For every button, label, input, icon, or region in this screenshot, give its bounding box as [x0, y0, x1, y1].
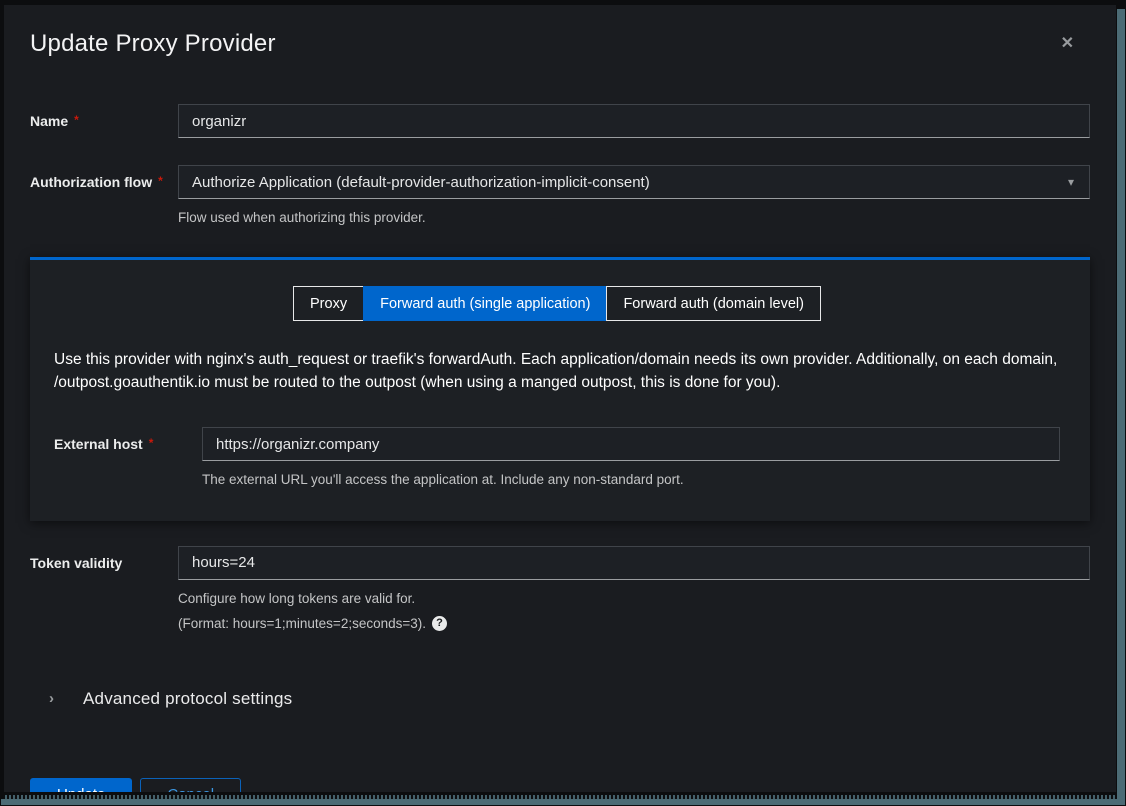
proxy-mode-card: Proxy Forward auth (single application) … [30, 257, 1090, 520]
close-icon[interactable]: ✕ [1061, 36, 1074, 52]
token-validity-input[interactable] [178, 546, 1090, 580]
tab-proxy[interactable]: Proxy [293, 286, 363, 321]
mode-description: Use this provider with nginx's auth_requ… [54, 348, 1060, 394]
advanced-protocol-settings-label: Advanced protocol settings [83, 689, 292, 709]
name-input[interactable] [178, 104, 1090, 138]
authorization-flow-select[interactable]: Authorize Application (default-provider-… [178, 165, 1090, 199]
mode-toggle-group: Proxy Forward auth (single application) … [54, 286, 1060, 321]
token-validity-format-text: (Format: hours=1;minutes=2;seconds=3). [178, 616, 426, 631]
name-label-text: Name [30, 113, 68, 129]
window-border-right [1117, 9, 1125, 803]
modal-header: Update Proxy Provider ✕ [30, 5, 1090, 58]
token-validity-format-help: (Format: hours=1;minutes=2;seconds=3). ? [178, 616, 1090, 631]
token-validity-label: Token validity [30, 546, 178, 571]
authorization-flow-help: Flow used when authorizing this provider… [178, 208, 1090, 228]
authorization-flow-label-text: Authorization flow [30, 174, 152, 190]
external-host-row: External host * The external URL you'll a… [54, 427, 1060, 490]
name-label: Name * [30, 104, 178, 129]
page-title: Update Proxy Provider [30, 30, 276, 58]
tab-forward-auth-single-application[interactable]: Forward auth (single application) [363, 286, 606, 321]
advanced-protocol-settings-toggle[interactable]: › Advanced protocol settings [30, 689, 1090, 709]
authorization-flow-value: Authorize Application (default-provider-… [192, 174, 650, 191]
chevron-down-icon: ▾ [1068, 175, 1074, 189]
name-control [178, 104, 1090, 138]
authorization-flow-label: Authorization flow * [30, 165, 178, 190]
required-asterisk: * [74, 113, 79, 127]
token-validity-help: Configure how long tokens are valid for. [178, 589, 1090, 609]
required-asterisk: * [158, 174, 163, 188]
external-host-label-text: External host [54, 436, 143, 452]
token-validity-control: Configure how long tokens are valid for.… [178, 546, 1090, 631]
external-host-control: The external URL you'll access the appli… [202, 427, 1060, 490]
window-frame: Update Proxy Provider ✕ Name * Authorizat… [0, 0, 1126, 806]
update-button[interactable]: Update [30, 778, 132, 792]
tab-forward-auth-domain-level[interactable]: Forward auth (domain level) [606, 286, 821, 321]
name-field-row: Name * [30, 104, 1090, 138]
help-question-icon[interactable]: ? [432, 616, 447, 631]
modal-footer: Update Cancel [30, 778, 1090, 792]
external-host-label: External host * [54, 427, 202, 452]
update-proxy-provider-modal: Update Proxy Provider ✕ Name * Authorizat… [4, 5, 1116, 792]
external-host-input[interactable] [202, 427, 1060, 461]
authorization-flow-row: Authorization flow * Authorize Applicatio… [30, 165, 1090, 228]
external-host-help: The external URL you'll access the appli… [202, 470, 1060, 490]
window-border-bottom [1, 799, 1125, 805]
token-validity-row: Token validity Configure how long tokens… [30, 546, 1090, 631]
required-asterisk: * [149, 436, 154, 450]
authorization-flow-control: Authorize Application (default-provider-… [178, 165, 1090, 228]
cancel-button[interactable]: Cancel [140, 778, 241, 792]
chevron-right-icon: › [49, 690, 54, 707]
